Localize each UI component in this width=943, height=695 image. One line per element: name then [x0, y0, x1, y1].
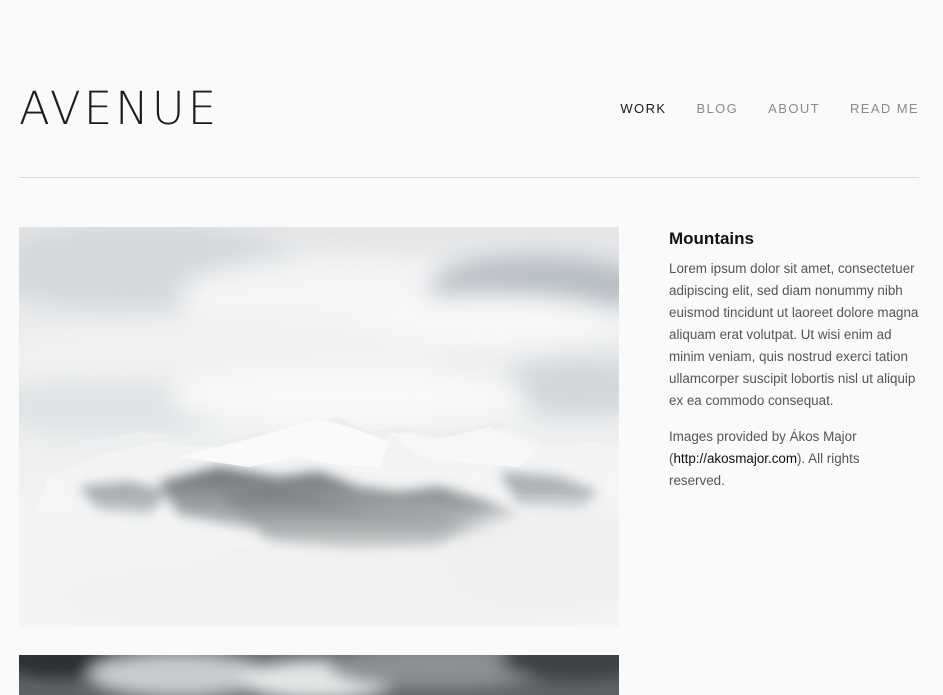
project-description: Lorem ipsum dolor sit amet, consectetuer… [669, 261, 919, 408]
nav-item-work[interactable]: WORK [620, 101, 666, 116]
clouds-image [19, 655, 619, 695]
site-header: AVENUE WORK BLOG ABOUT READ ME [19, 0, 919, 178]
main-nav: WORK BLOG ABOUT READ ME [620, 101, 919, 116]
mountains-photo[interactable] [19, 227, 619, 627]
image-credit: Images provided by Ákos Major (http://ak… [669, 426, 919, 492]
mountains-image [19, 227, 619, 627]
site-logo[interactable]: AVENUE [19, 86, 219, 131]
nav-item-blog[interactable]: BLOG [696, 101, 738, 116]
project-title: Mountains [669, 229, 754, 248]
credit-link[interactable]: http://akosmajor.com [673, 451, 797, 466]
nav-item-read-me[interactable]: READ ME [850, 101, 919, 116]
project-details: Mountains Lorem ipsum dolor sit amet, co… [669, 228, 919, 506]
second-photo[interactable] [19, 655, 619, 695]
nav-item-about[interactable]: ABOUT [768, 101, 820, 116]
